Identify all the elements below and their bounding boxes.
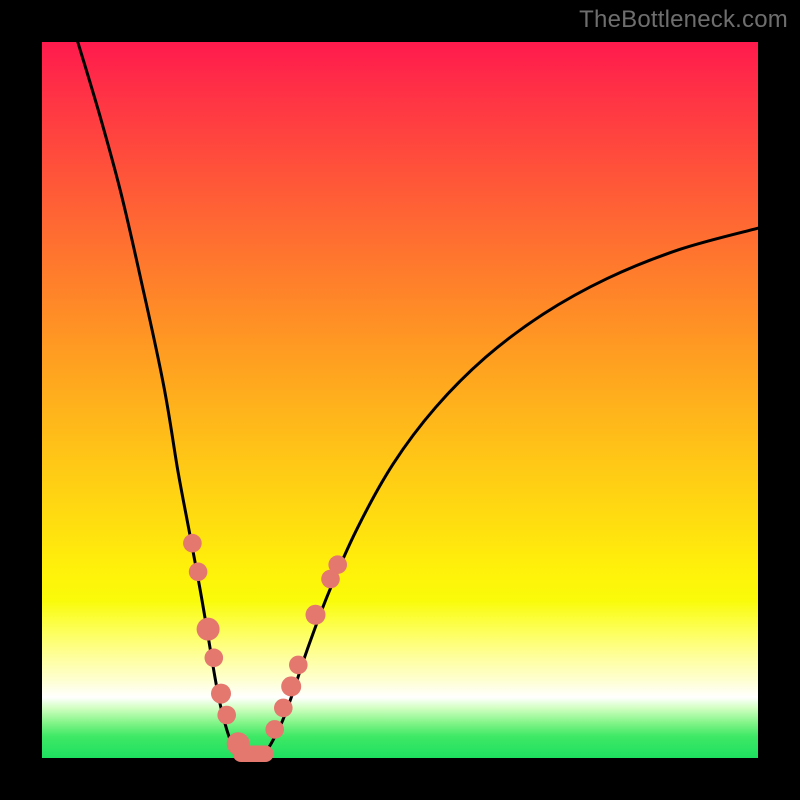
chart-frame: TheBottleneck.com xyxy=(0,0,800,800)
curve-left-branch xyxy=(78,42,241,754)
data-marker xyxy=(265,720,284,739)
data-marker xyxy=(281,676,301,696)
data-marker xyxy=(205,649,224,668)
data-marker xyxy=(227,732,250,755)
data-marker xyxy=(197,618,220,641)
marker-group xyxy=(183,534,347,762)
data-marker xyxy=(217,706,236,725)
data-marker xyxy=(328,555,347,574)
data-marker xyxy=(274,699,293,718)
data-marker xyxy=(211,684,231,704)
data-marker xyxy=(306,605,326,625)
curve-right-branch xyxy=(264,228,758,754)
plot-area xyxy=(42,42,758,758)
chart-svg xyxy=(42,42,758,758)
data-marker xyxy=(289,656,308,675)
watermark-text: TheBottleneck.com xyxy=(579,6,788,34)
data-marker xyxy=(189,563,208,582)
data-marker xyxy=(183,534,202,553)
